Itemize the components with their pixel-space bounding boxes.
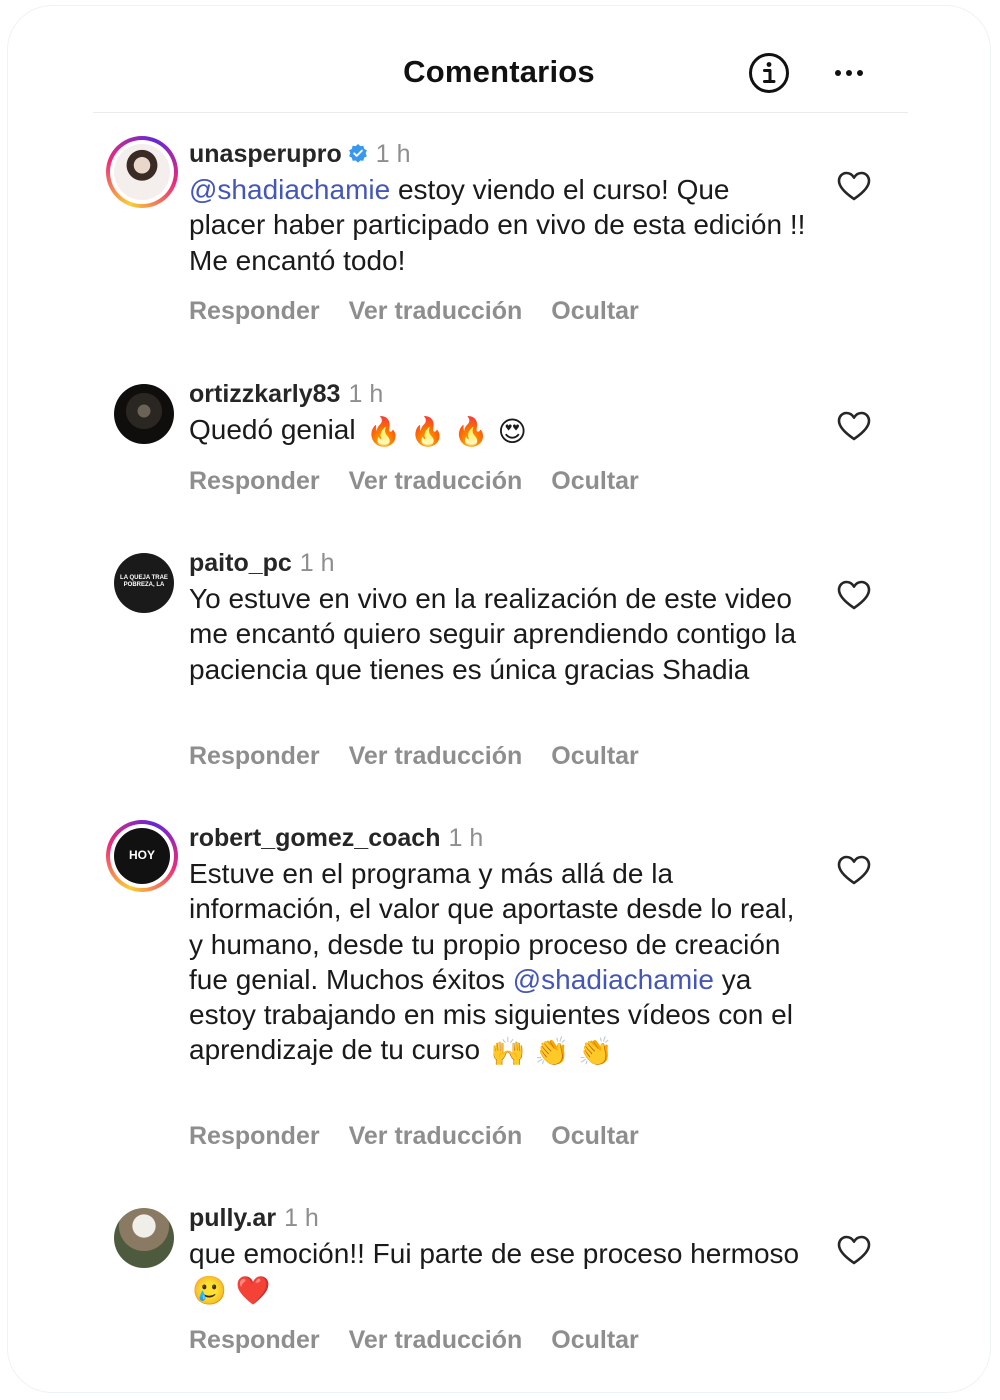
avatar[interactable]: HOY	[106, 820, 178, 892]
comment-actions: Responder Ver traducción Ocultar	[189, 1122, 668, 1151]
avatar-photo	[114, 1208, 174, 1268]
translate-button[interactable]: Ver traducción	[349, 297, 523, 325]
heart-icon[interactable]	[836, 579, 872, 611]
reply-button[interactable]: Responder	[189, 467, 320, 495]
header: Comentarios	[8, 6, 990, 114]
reply-button[interactable]: Responder	[189, 742, 320, 770]
hide-button[interactable]: Ocultar	[551, 297, 639, 325]
info-circle-icon[interactable]	[748, 52, 790, 94]
avatar-photo	[114, 144, 170, 200]
header-divider	[93, 112, 908, 113]
emoji-group: 🙌 👏 👏	[490, 1035, 614, 1069]
avatar-photo: LA QUEJA TRAE POBREZA, LA	[114, 553, 174, 613]
translate-button[interactable]: Ver traducción	[349, 1326, 523, 1354]
emoji-group: 🔥 🔥 🔥 😍	[366, 415, 527, 448]
hide-button[interactable]: Ocultar	[551, 742, 639, 770]
comment-actions: Responder Ver traducción Ocultar	[189, 1326, 668, 1355]
reply-button[interactable]: Responder	[189, 297, 320, 325]
avatar[interactable]	[106, 136, 178, 208]
more-horizontal-icon[interactable]	[828, 60, 872, 86]
timestamp: 1 h	[284, 1204, 319, 1232]
username[interactable]: ortizzkarly83	[189, 380, 340, 408]
comment-text: que emoción!! Fui parte de ese proceso h…	[189, 1238, 800, 1308]
comments-screen: Comentarios unasperupro 1 h @shadiachamie	[8, 6, 990, 1392]
translate-button[interactable]: Ver traducción	[349, 1122, 523, 1150]
username[interactable]: pully.ar	[189, 1204, 276, 1232]
translate-button[interactable]: Ver traducción	[349, 742, 523, 770]
username[interactable]: unasperupro	[189, 140, 342, 168]
username[interactable]: paito_pc	[189, 549, 292, 577]
verified-badge-icon	[348, 144, 367, 163]
emoji-group: 🥲 ❤️	[192, 1274, 271, 1308]
heart-icon[interactable]	[836, 1234, 872, 1266]
avatar-photo: HOY	[114, 828, 170, 884]
username[interactable]: robert_gomez_coach	[189, 824, 440, 852]
comment-text: Quedó genial 🔥 🔥 🔥 😍	[189, 414, 527, 448]
timestamp: 1 h	[375, 140, 411, 168]
heart-icon[interactable]	[836, 854, 872, 886]
timestamp: 1 h	[348, 380, 384, 408]
avatar-caption: LA QUEJA TRAE POBREZA, LA	[120, 575, 168, 588]
avatar-caption: HOY	[128, 848, 155, 862]
heart-icon[interactable]	[836, 170, 872, 202]
comment-actions: Responder Ver traducción Ocultar	[189, 297, 668, 326]
heart-icon[interactable]	[836, 410, 872, 442]
hide-button[interactable]: Ocultar	[551, 1122, 639, 1150]
reply-button[interactable]: Responder	[189, 1326, 320, 1354]
comment-text: Estuve en el programa y más allá de la i…	[189, 858, 795, 1069]
hide-button[interactable]: Ocultar	[551, 467, 639, 495]
timestamp: 1 h	[448, 824, 484, 852]
timestamp: 1 h	[299, 549, 335, 577]
comment-text: @shadiachamie estoy viendo el curso! Que…	[189, 174, 806, 276]
hide-button[interactable]: Ocultar	[551, 1326, 639, 1354]
comment-text: Yo estuve en vivo en la realización de e…	[189, 583, 797, 685]
avatar[interactable]	[106, 1200, 178, 1272]
avatar-photo	[114, 384, 174, 444]
comment-actions: Responder Ver traducción Ocultar	[189, 467, 668, 496]
avatar[interactable]	[106, 376, 178, 448]
avatar[interactable]: LA QUEJA TRAE POBREZA, LA	[106, 545, 178, 617]
mention-link[interactable]: @shadiachamie	[513, 964, 714, 995]
translate-button[interactable]: Ver traducción	[349, 467, 523, 495]
mention-link[interactable]: @shadiachamie	[189, 174, 390, 205]
comment-actions: Responder Ver traducción Ocultar	[189, 742, 668, 771]
reply-button[interactable]: Responder	[189, 1122, 320, 1150]
